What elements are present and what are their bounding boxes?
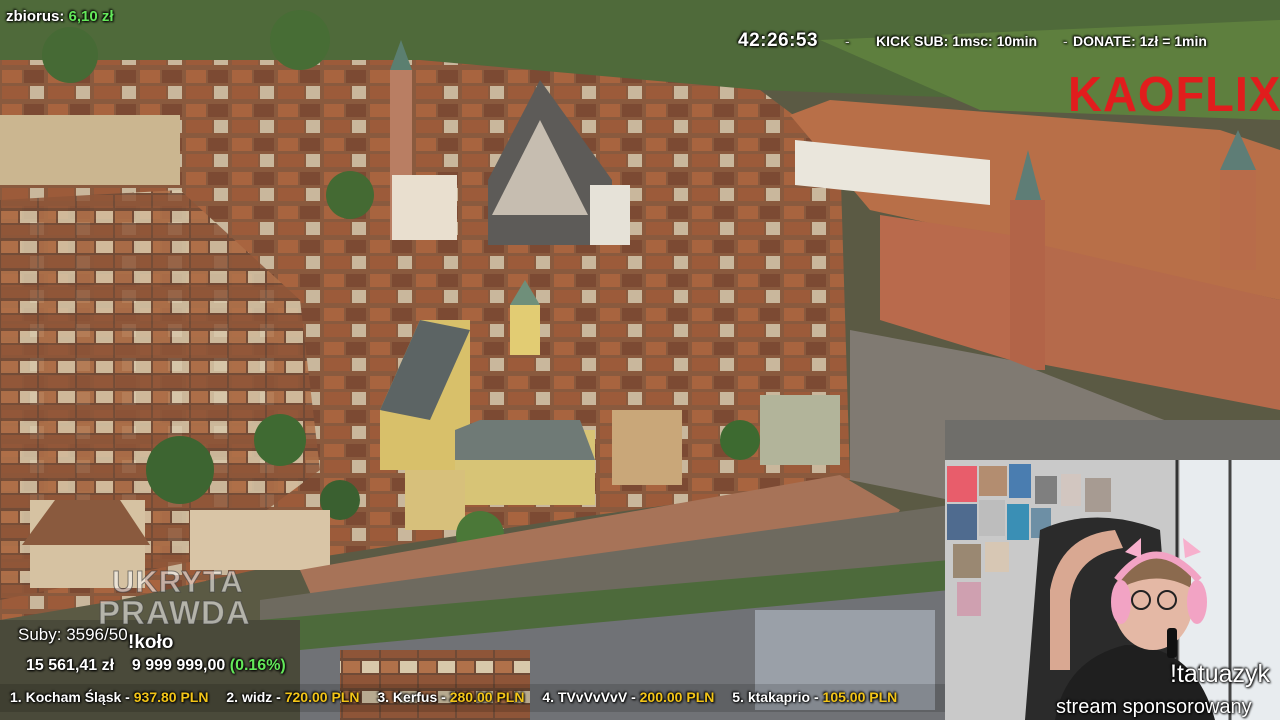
ticker-item: 3. Kerfus - 280.00 PLN — [377, 689, 525, 705]
subathon-timer: 42:26:53 — [738, 30, 819, 51]
ticker-item: 4. TVvVvVvV - 200.00 PLN — [542, 689, 715, 705]
ticker-item: 5. ktakaprio - 105.00 PLN — [732, 689, 898, 705]
timer-separator: - — [845, 33, 850, 49]
money-goal: 15 561,41 zł 9 999 999,00 (0.16%) — [26, 657, 286, 675]
money-target: 9 999 999,00 — [131, 657, 226, 674]
kick-sub-rate: KICK SUB: 1msc: 10min — [876, 33, 1038, 49]
fundraiser-value: 6,10 zł — [68, 8, 114, 25]
wheel-command: !koło — [128, 632, 174, 653]
donate-separator: - — [1063, 33, 1068, 49]
donate-rate: DONATE: 1zł = 1min — [1073, 33, 1207, 49]
ticker-item: 2. widz - 720.00 PLN — [226, 689, 360, 705]
fundraiser-counter: zbiorus: 6,10 zł — [6, 8, 114, 25]
channel-logo: KAOFLIX — [1068, 65, 1280, 122]
fundraiser-label: zbiorus: — [6, 8, 65, 25]
money-current: 15 561,41 zł — [26, 657, 115, 674]
money-percent: (0.16%) — [229, 657, 286, 674]
ticker-item: 1. Kocham Śląsk - 937.80 PLN — [10, 689, 209, 705]
donation-ticker: 1. Kocham Śląsk - 937.80 PLN 2. widz - 7… — [10, 689, 911, 705]
sponsored-stream-label: stream sponsorowany — [1056, 696, 1252, 718]
subs-counter: Suby: 3596/50 — [18, 625, 128, 644]
tattoo-command: !tatuazyk — [1170, 660, 1271, 688]
